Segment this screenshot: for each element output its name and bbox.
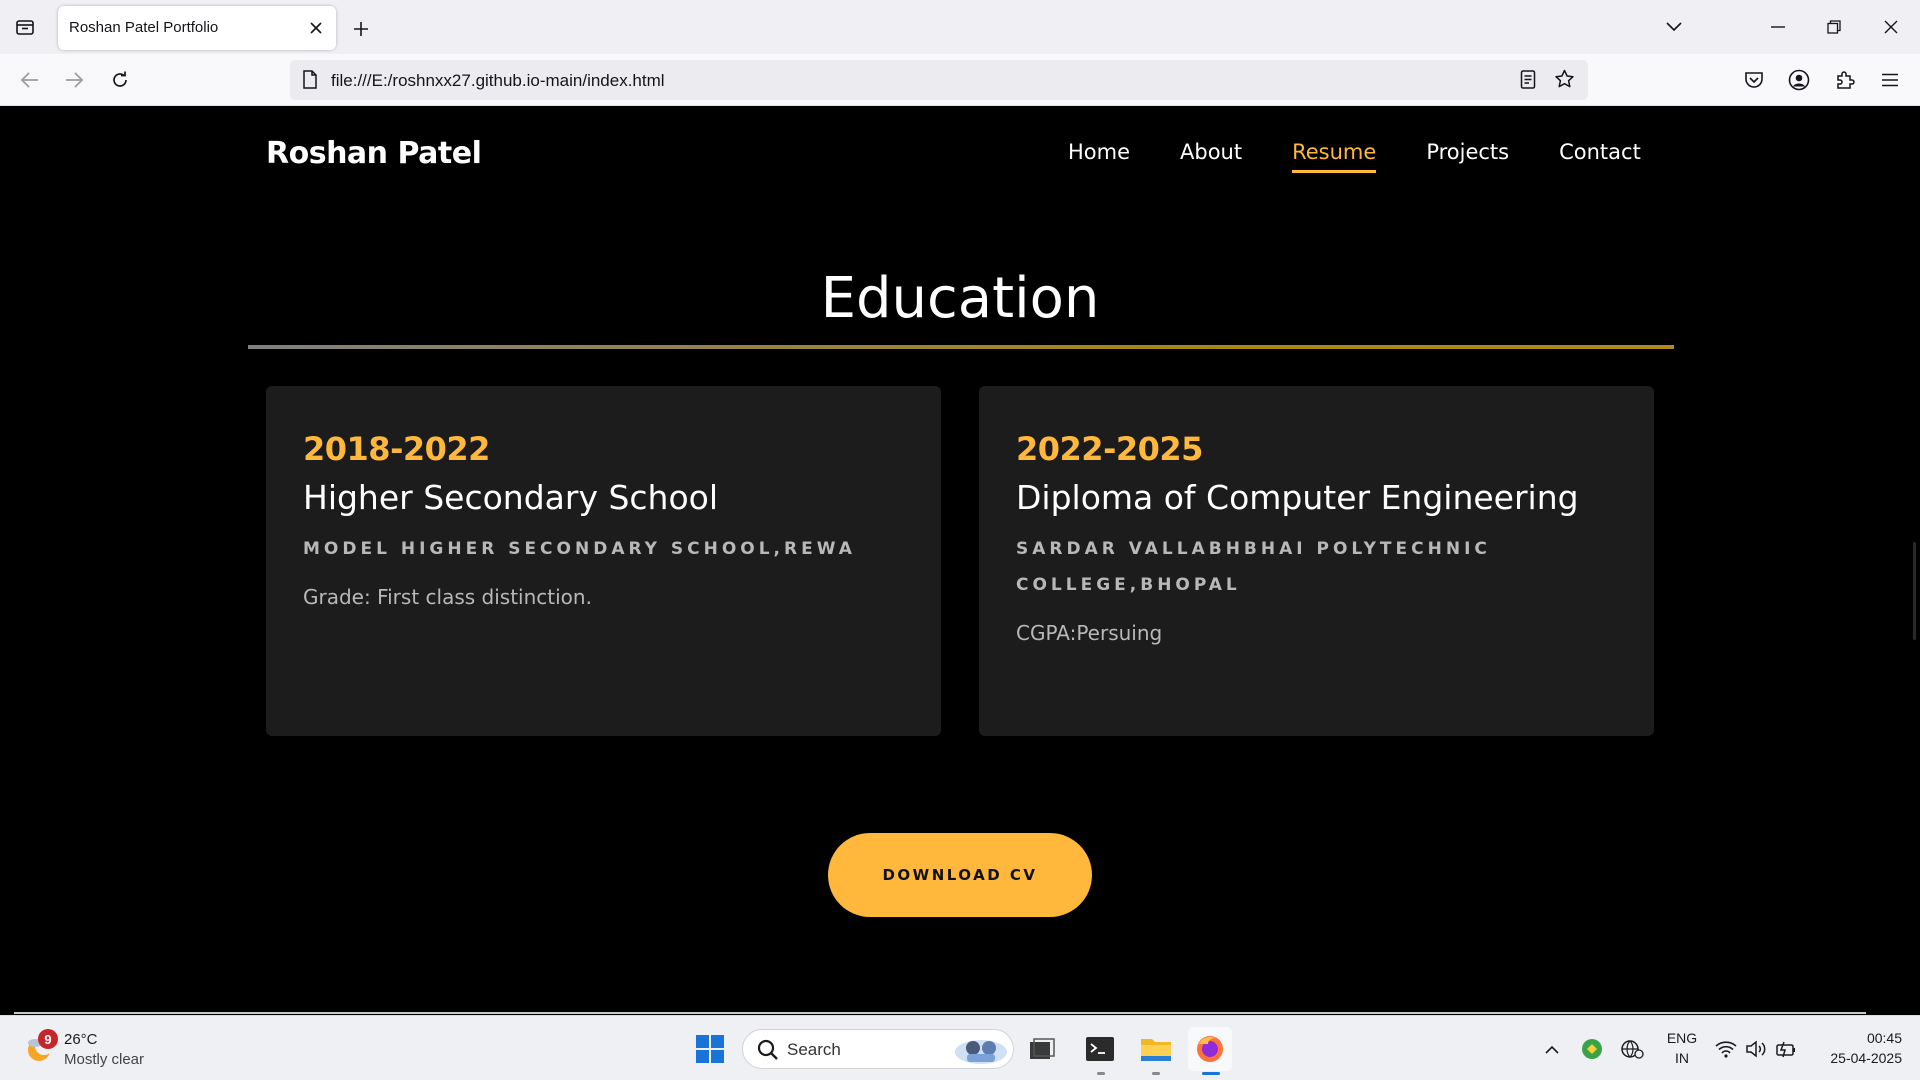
restore-icon[interactable]	[1816, 10, 1852, 44]
nav-projects-link[interactable]: Projects	[1426, 140, 1509, 173]
minimize-icon[interactable]	[1760, 10, 1796, 44]
security-shield-icon[interactable]	[1572, 1027, 1612, 1071]
running-indicator	[1152, 1072, 1160, 1075]
scrollbar-thumb[interactable]	[1913, 542, 1916, 640]
education-card: 2018-2022 Higher Secondary School MODEL …	[266, 386, 941, 736]
section-title: Education	[820, 266, 1100, 331]
browser-tab-bar: Roshan Patel Portfolio	[0, 0, 1920, 54]
page-viewport: Roshan Patel Home About Resume Projects …	[0, 106, 1920, 1015]
url-text: file:///E:/roshnxx27.github.io-main/inde…	[331, 71, 665, 90]
card-institution: MODEL HIGHER SECONDARY SCHOOL,REWA	[303, 539, 856, 559]
extensions-icon[interactable]	[1829, 64, 1861, 96]
pocket-icon[interactable]	[1738, 64, 1770, 96]
tab-overflow-chevron-icon[interactable]	[1656, 10, 1692, 44]
close-tab-icon[interactable]	[304, 16, 328, 40]
firefox-icon[interactable]	[1188, 1027, 1232, 1071]
card-grade: CGPA:Persuing	[1016, 621, 1163, 645]
page-divider	[14, 1012, 1866, 1014]
clock-date[interactable]: 25-04-2025	[1812, 1050, 1902, 1066]
active-indicator	[1202, 1072, 1220, 1075]
bookmark-star-icon[interactable]	[1554, 69, 1575, 93]
file-explorer-icon[interactable]	[1134, 1027, 1178, 1071]
clock-time[interactable]: 00:45	[1842, 1030, 1902, 1046]
show-hidden-icons-chevron-icon[interactable]	[1530, 1027, 1574, 1071]
card-title: Higher Secondary School	[303, 478, 719, 517]
url-bar[interactable]: file:///E:/roshnxx27.github.io-main/inde…	[290, 60, 1588, 100]
weather-badge: 9	[38, 1029, 58, 1049]
search-highlight-icon	[953, 1034, 1009, 1070]
reload-icon[interactable]	[104, 64, 136, 96]
battery-charging-icon[interactable]	[1768, 1027, 1804, 1071]
account-icon[interactable]	[1783, 64, 1815, 96]
search-placeholder: Search	[787, 1040, 841, 1059]
nav-resume-link[interactable]: Resume	[1292, 140, 1377, 173]
title-divider	[248, 345, 1674, 349]
taskbar-search[interactable]: Search	[742, 1029, 1014, 1069]
language-code[interactable]: ENG	[1664, 1030, 1700, 1046]
site-brand[interactable]: Roshan Patel	[266, 136, 482, 171]
site-nav: Home About Resume Projects Contact	[1068, 140, 1641, 173]
card-grade: Grade: First class distinction.	[303, 585, 592, 609]
nav-contact-link[interactable]: Contact	[1559, 140, 1641, 173]
terminal-icon[interactable]	[1078, 1027, 1122, 1071]
nav-about-link[interactable]: About	[1180, 140, 1242, 173]
download-cv-button[interactable]: DOWNLOAD CV	[828, 833, 1092, 917]
education-card: 2022-2025 Diploma of Computer Engineerin…	[979, 386, 1654, 736]
browser-tab[interactable]: Roshan Patel Portfolio	[58, 6, 336, 50]
page-icon	[302, 70, 318, 93]
close-window-icon[interactable]	[1873, 10, 1909, 44]
task-view-icon[interactable]	[1020, 1027, 1064, 1071]
reader-view-icon[interactable]	[1520, 70, 1536, 93]
back-icon[interactable]	[14, 64, 46, 96]
card-title: Diploma of Computer Engineering	[1016, 478, 1579, 517]
network-globe-icon[interactable]	[1612, 1027, 1652, 1071]
language-region[interactable]: IN	[1664, 1050, 1700, 1066]
forward-icon[interactable]	[58, 64, 90, 96]
running-indicator	[1097, 1072, 1105, 1075]
taskbar: 9 26°C Mostly clear Search ENG IN 00:45 …	[0, 1015, 1920, 1080]
nav-home-link[interactable]: Home	[1068, 140, 1130, 173]
search-icon	[757, 1039, 779, 1065]
tab-list-icon[interactable]	[10, 12, 40, 42]
app-menu-icon[interactable]	[1874, 64, 1906, 96]
card-years: 2022-2025	[1016, 430, 1203, 468]
weather-temp[interactable]: 26°C	[64, 1031, 98, 1048]
card-years: 2018-2022	[303, 430, 490, 468]
new-tab-icon[interactable]	[346, 14, 376, 44]
weather-description[interactable]: Mostly clear	[64, 1051, 144, 1068]
browser-toolbar: file:///E:/roshnxx27.github.io-main/inde…	[0, 54, 1920, 106]
tab-title: Roshan Patel Portfolio	[69, 19, 219, 36]
card-institution: SARDAR VALLABHBHAI POLYTECHNIC COLLEGE,B…	[1016, 539, 1491, 595]
windows-start-icon[interactable]	[688, 1027, 732, 1071]
